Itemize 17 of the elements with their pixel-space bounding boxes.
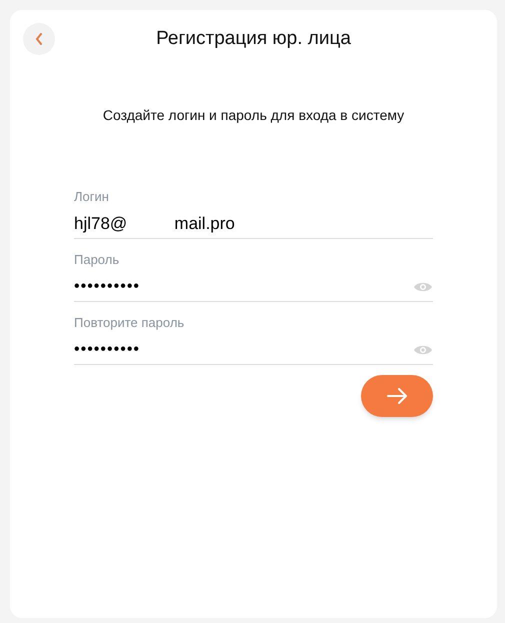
- field-label: Логин: [74, 188, 110, 206]
- password-field[interactable]: Пароль ••••••••••: [74, 251, 433, 302]
- password-field[interactable]: Повторите пароль ••••••••••: [74, 314, 433, 365]
- arrow-right-icon: [386, 388, 408, 404]
- field-label: Пароль: [74, 251, 120, 269]
- eye-icon[interactable]: [413, 343, 433, 357]
- chevron-left-icon: [35, 33, 43, 45]
- password-value: ••••••••••: [74, 340, 140, 360]
- page-title: Регистрация юр. лица: [155, 26, 352, 51]
- login-field[interactable]: Логин hjl78@ mail.pro: [74, 188, 433, 239]
- field-label: Повторите пароль: [74, 314, 186, 332]
- instruction-text: Создайте логин и пароль для входа в систему: [102, 106, 406, 125]
- back-button[interactable]: [23, 23, 55, 55]
- login-value: hjl78@ mail.pro: [74, 214, 235, 234]
- next-button[interactable]: [361, 375, 433, 417]
- eye-icon[interactable]: [413, 280, 433, 294]
- password-value: ••••••••••: [74, 277, 140, 297]
